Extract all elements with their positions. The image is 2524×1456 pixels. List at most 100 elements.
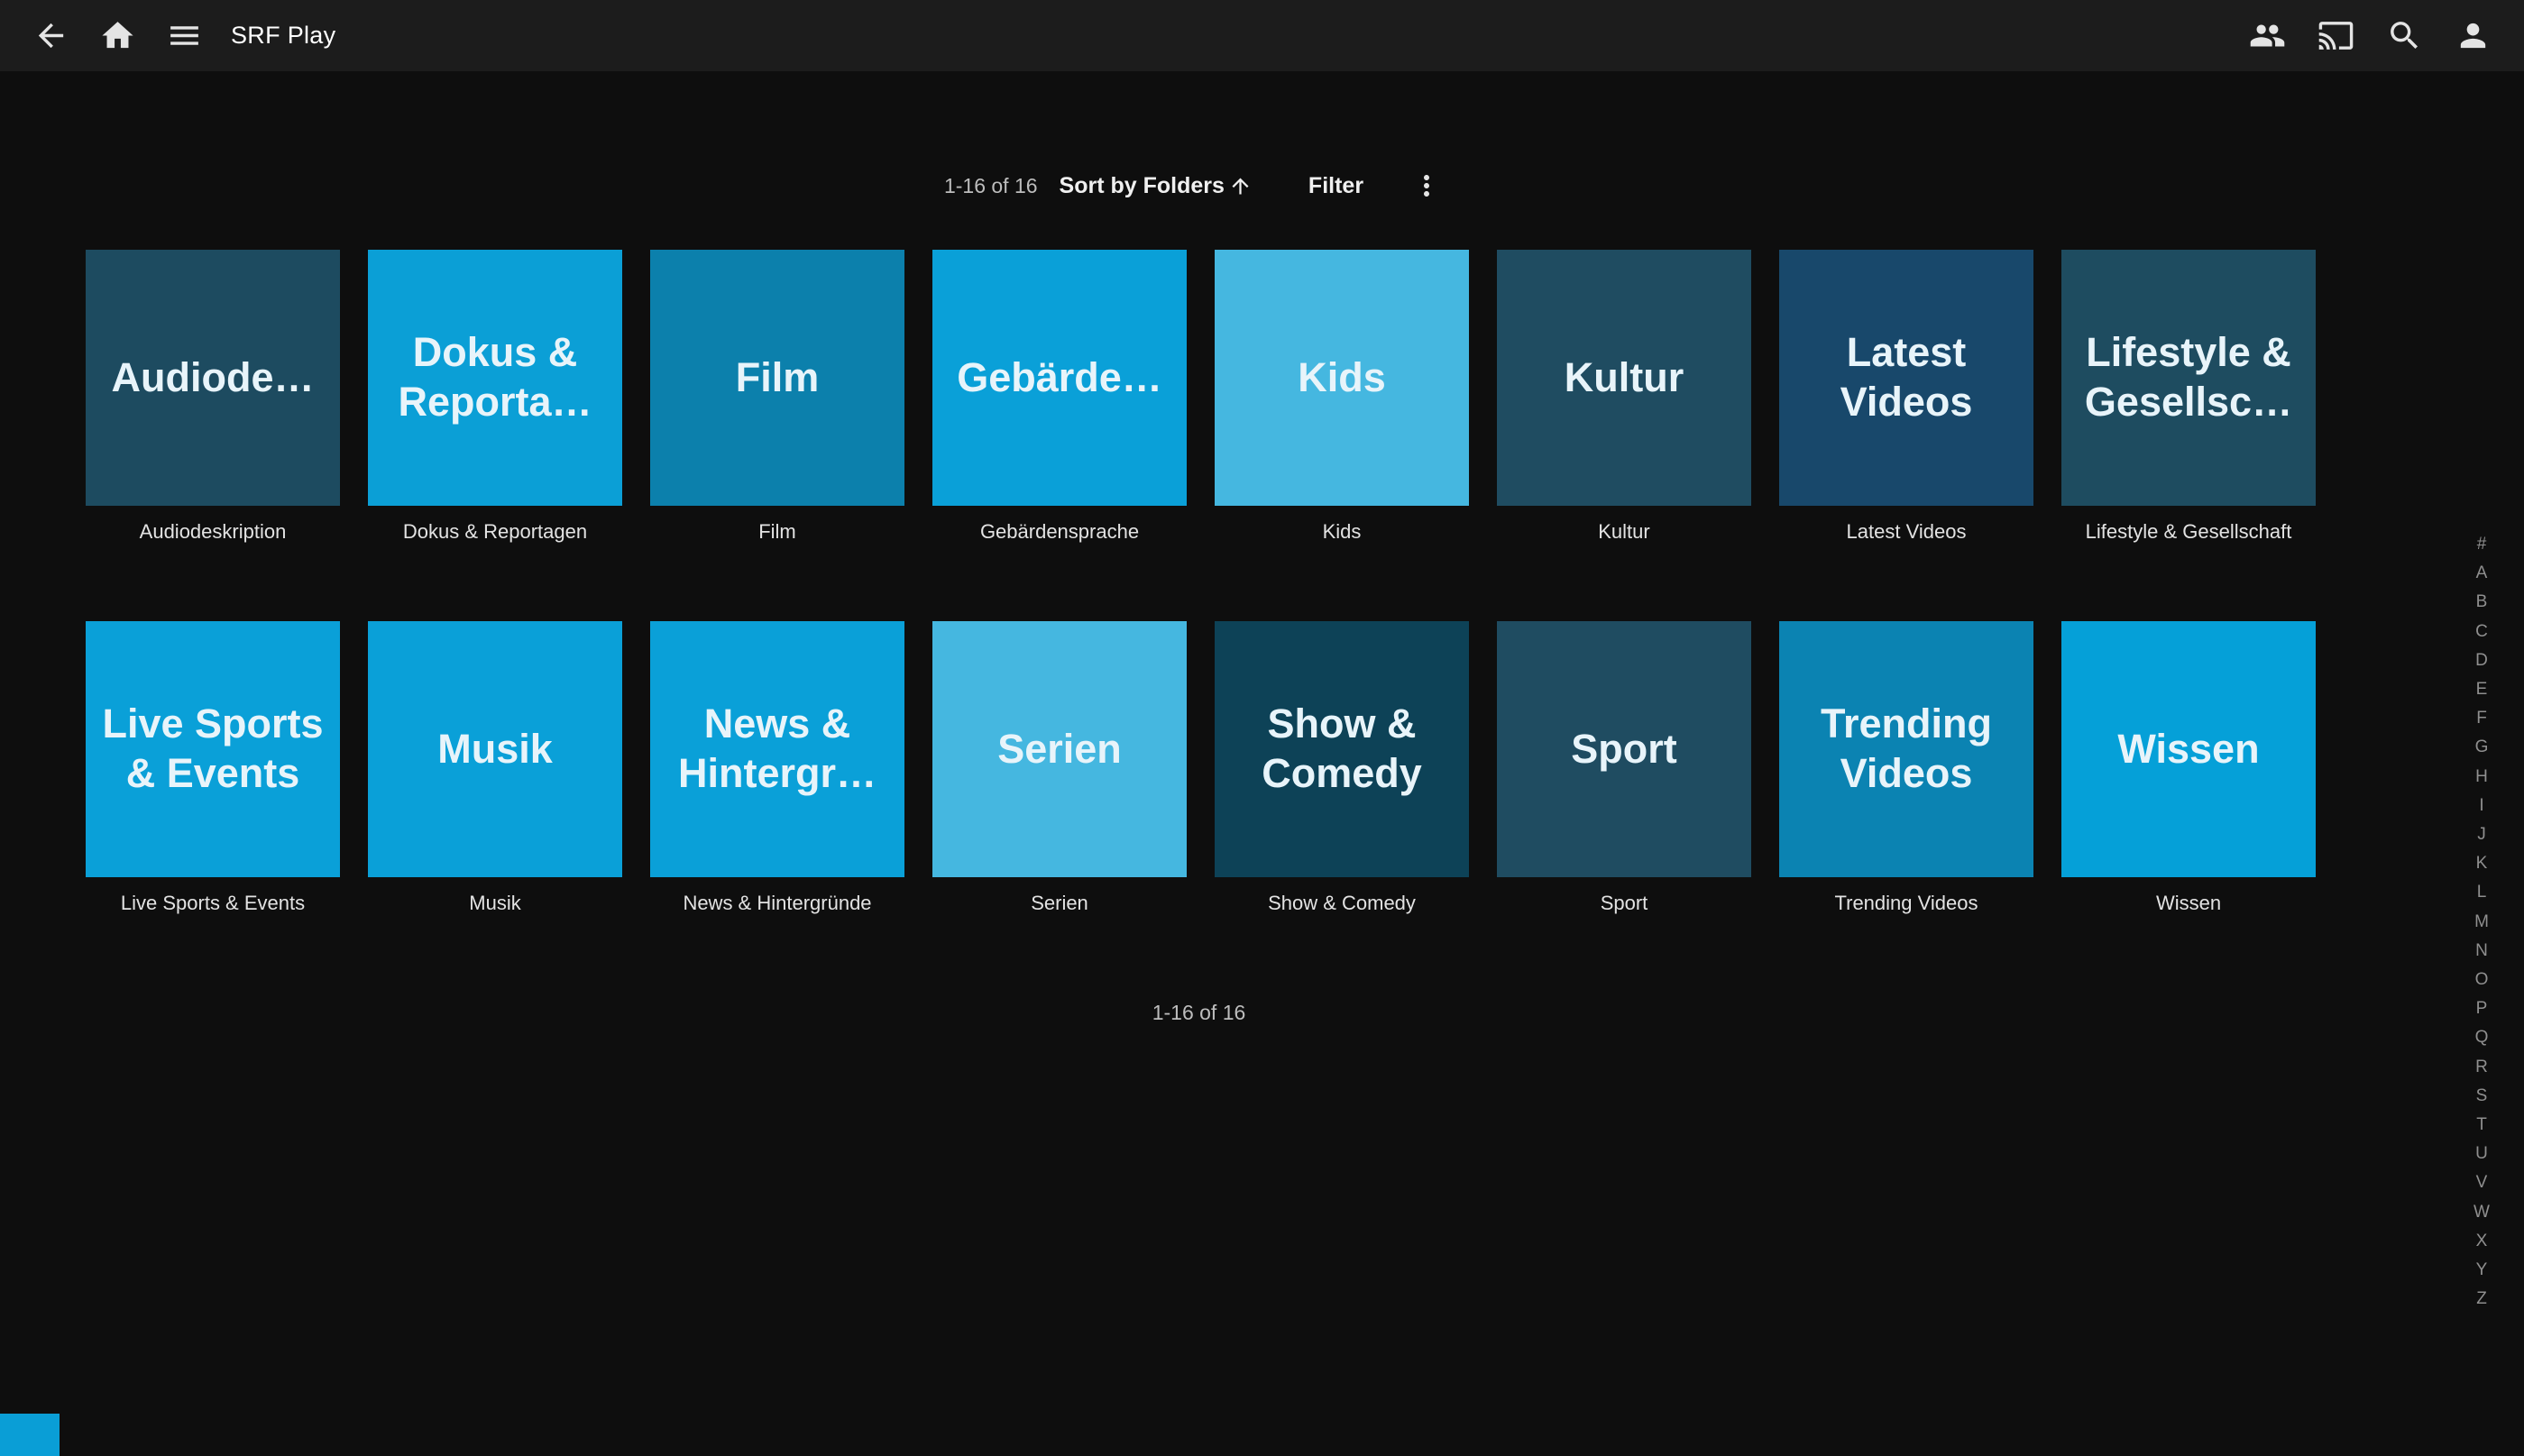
library-folder-cell: Latest Videos Latest Videos <box>1779 250 2033 544</box>
folder-tile[interactable]: Show & Comedy <box>1215 621 1469 877</box>
folder-caption[interactable]: Sport <box>1497 892 1751 915</box>
sort-button[interactable]: Sort by Folders <box>1047 164 1265 208</box>
folder-tile[interactable]: Latest Videos <box>1779 250 2033 506</box>
alpha-letter[interactable]: K <box>2466 849 2497 878</box>
home-button[interactable] <box>90 9 144 63</box>
folder-tile[interactable]: News & Hintergr… <box>650 621 904 877</box>
folder-caption[interactable]: Lifestyle & Gesellschaft <box>2061 520 2316 544</box>
menu-button[interactable] <box>157 9 211 63</box>
folder-caption[interactable]: Latest Videos <box>1779 520 2033 544</box>
library-folder-cell: Show & Comedy Show & Comedy <box>1215 621 1469 915</box>
folder-caption[interactable]: Kids <box>1215 520 1469 544</box>
folder-tile-title: Lifestyle & Gesellsc… <box>2074 328 2303 427</box>
alpha-letter[interactable]: J <box>2466 820 2497 849</box>
folder-caption[interactable]: Show & Comedy <box>1215 892 1469 915</box>
syncplay-button[interactable] <box>2240 9 2294 63</box>
alpha-letter[interactable]: E <box>2466 675 2497 704</box>
folder-tile-title: Dokus & Reporta… <box>381 328 610 427</box>
folder-tile[interactable]: Live Sports & Events <box>86 621 340 877</box>
alpha-letter[interactable]: # <box>2466 530 2497 559</box>
hamburger-menu-icon <box>166 17 203 54</box>
folder-tile-title: Musik <box>437 725 553 774</box>
folder-tile-title: Wissen <box>2117 725 2259 774</box>
back-button[interactable] <box>23 9 78 63</box>
app-bar: SRF Play <box>0 0 2524 71</box>
folder-tile[interactable]: Lifestyle & Gesellsc… <box>2061 250 2316 506</box>
folder-tile-title: Kultur <box>1565 353 1684 403</box>
alpha-letter[interactable]: Y <box>2466 1256 2497 1285</box>
library-folder-cell: Live Sports & Events Live Sports & Event… <box>86 621 340 915</box>
alpha-letter[interactable]: L <box>2466 878 2497 907</box>
folder-tile[interactable]: Serien <box>932 621 1187 877</box>
alpha-letter[interactable]: G <box>2466 733 2497 762</box>
people-icon <box>2249 17 2286 54</box>
alpha-letter[interactable]: U <box>2466 1140 2497 1168</box>
filter-button[interactable]: Filter <box>1296 164 1376 208</box>
alpha-letter[interactable]: C <box>2466 618 2497 646</box>
folder-tile[interactable]: Sport <box>1497 621 1751 877</box>
library-folder-cell: News & Hintergr… News & Hintergründe <box>650 621 904 915</box>
folder-caption[interactable]: Live Sports & Events <box>86 892 340 915</box>
folder-tile[interactable]: Trending Videos <box>1779 621 2033 877</box>
folder-caption[interactable]: Film <box>650 520 904 544</box>
search-button[interactable] <box>2377 9 2431 63</box>
alpha-letter[interactable]: Z <box>2466 1285 2497 1314</box>
cast-button[interactable] <box>2308 9 2363 63</box>
alpha-letter[interactable]: X <box>2466 1227 2497 1256</box>
library-folder-cell: Lifestyle & Gesellsc… Lifestyle & Gesell… <box>2061 250 2316 544</box>
alpha-letter[interactable]: Q <box>2466 1023 2497 1052</box>
folder-caption[interactable]: Wissen <box>2061 892 2316 915</box>
arrow-upward-icon <box>1228 174 1253 198</box>
home-icon <box>99 17 136 54</box>
alpha-letter[interactable]: V <box>2466 1168 2497 1197</box>
library-folder-cell: Trending Videos Trending Videos <box>1779 621 2033 915</box>
alpha-letter[interactable]: F <box>2466 704 2497 733</box>
folder-tile[interactable]: Audiode… <box>86 250 340 506</box>
app-bar-right-group <box>2240 9 2500 63</box>
alpha-letter[interactable]: H <box>2466 763 2497 792</box>
alpha-letter[interactable]: O <box>2466 966 2497 994</box>
alpha-letter[interactable]: T <box>2466 1111 2497 1140</box>
alpha-letter[interactable]: D <box>2466 646 2497 675</box>
folder-tile[interactable]: Dokus & Reporta… <box>368 250 622 506</box>
folder-tile-title: Live Sports & Events <box>98 700 327 799</box>
library-folder-cell: Wissen Wissen <box>2061 621 2316 915</box>
folder-caption[interactable]: Trending Videos <box>1779 892 2033 915</box>
alpha-letter[interactable]: I <box>2466 792 2497 820</box>
folder-tile-title: Audiode… <box>112 353 315 403</box>
alpha-letter[interactable]: P <box>2466 994 2497 1023</box>
folder-caption[interactable]: Audiodeskription <box>86 520 340 544</box>
folder-tile-title: Trending Videos <box>1792 700 2021 799</box>
folder-caption[interactable]: Musik <box>368 892 622 915</box>
folder-tile[interactable]: Film <box>650 250 904 506</box>
cast-icon <box>2317 17 2354 54</box>
alpha-letter[interactable]: B <box>2466 588 2497 617</box>
folder-tile-title: News & Hintergr… <box>663 700 892 799</box>
alpha-picker: #ABCDEFGHIJKLMNOPQRSTUVWXYZ <box>2466 530 2497 1314</box>
alpha-letter[interactable]: W <box>2466 1198 2497 1227</box>
folder-tile-title: Kids <box>1298 353 1386 403</box>
alpha-letter[interactable]: R <box>2466 1053 2497 1082</box>
folder-caption[interactable]: Gebärdensprache <box>932 520 1187 544</box>
alpha-letter[interactable]: M <box>2466 908 2497 937</box>
folder-caption[interactable]: Kultur <box>1497 520 1751 544</box>
library-folder-cell: Gebärde… Gebärdensprache <box>932 250 1187 544</box>
folder-tile[interactable]: Wissen <box>2061 621 2316 877</box>
alpha-letter[interactable]: S <box>2466 1082 2497 1111</box>
folder-tile[interactable]: Kids <box>1215 250 1469 506</box>
folder-caption[interactable]: Serien <box>932 892 1187 915</box>
library-folder-cell: Audiode… Audiodeskription <box>86 250 340 544</box>
overflow-menu-button[interactable] <box>1400 159 1454 213</box>
folder-tile[interactable]: Musik <box>368 621 622 877</box>
alpha-letter[interactable]: N <box>2466 937 2497 966</box>
library-folder-cell: Musik Musik <box>368 621 622 915</box>
user-button[interactable] <box>2446 9 2500 63</box>
alpha-letter[interactable]: A <box>2466 559 2497 588</box>
folder-tile[interactable]: Kultur <box>1497 250 1751 506</box>
folder-caption[interactable]: News & Hintergründe <box>650 892 904 915</box>
library-toolbar: 1-16 of 16 Sort by Folders Filter <box>0 160 2524 211</box>
folder-caption[interactable]: Dokus & Reportagen <box>368 520 622 544</box>
library-folder-cell: Kultur Kultur <box>1497 250 1751 544</box>
library-folder-cell: Film Film <box>650 250 904 544</box>
folder-tile[interactable]: Gebärde… <box>932 250 1187 506</box>
